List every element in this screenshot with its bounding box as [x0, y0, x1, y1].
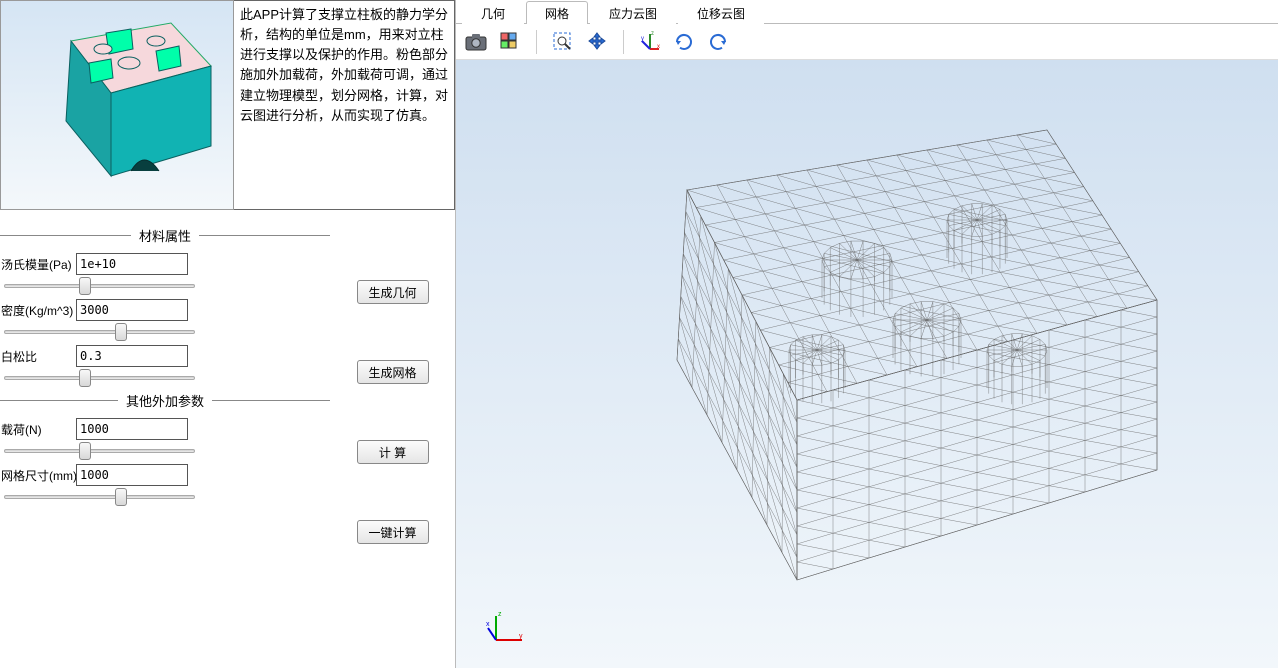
description-box: 此APP计算了支撑立柱板的静力学分析，结构的单位是mm，用来对立柱进行支撑以及保…: [234, 0, 455, 210]
svg-text:x: x: [657, 44, 660, 50]
top-row: 此APP计算了支撑立柱板的静力学分析，结构的单位是mm，用来对立柱进行支撑以及保…: [0, 0, 455, 210]
generate-mesh-button[interactable]: 生成网格: [357, 360, 429, 384]
zoom-box-icon[interactable]: [549, 28, 577, 56]
preview-svg: [11, 11, 225, 201]
svg-text:z: z: [498, 611, 502, 618]
mesh-wireframe: [456, 60, 1278, 668]
tab-displacement[interactable]: 位移云图: [678, 1, 764, 24]
oneclick-compute-button[interactable]: 一键计算: [357, 520, 429, 544]
tab-stress[interactable]: 应力云图: [590, 1, 676, 24]
pan-icon[interactable]: [583, 28, 611, 56]
legend-material: 材料属性: [0, 226, 330, 245]
youngs-slider[interactable]: [4, 284, 195, 288]
tab-mesh[interactable]: 网格: [526, 1, 588, 24]
density-input[interactable]: [76, 299, 188, 321]
meshsize-slider[interactable]: [4, 495, 195, 499]
density-slider[interactable]: [4, 330, 195, 334]
form-area: 材料属性 汤氏模量(Pa) 密度(Kg/m^3) 白松比 其他外加参数: [0, 210, 455, 668]
axes-icon[interactable]: z x y: [636, 28, 664, 56]
youngs-label: 汤氏模量(Pa): [0, 256, 76, 273]
svg-text:y: y: [519, 633, 523, 640]
load-label: 载荷(N): [0, 421, 76, 438]
rotate-ccw-icon[interactable]: [704, 28, 732, 56]
density-label: 密度(Kg/m^3): [0, 302, 76, 319]
load-slider[interactable]: [4, 449, 195, 453]
model-preview: [0, 0, 234, 210]
description-text: 此APP计算了支撑立柱板的静力学分析，结构的单位是mm，用来对立柱进行支撑以及保…: [240, 7, 448, 123]
form-right: 生成几何 生成网格 计 算 一键计算: [330, 220, 455, 668]
tab-geometry[interactable]: 几何: [462, 1, 524, 24]
camera-icon[interactable]: [462, 28, 490, 56]
mesh-viewport[interactable]: z y x: [456, 60, 1278, 668]
viewport-toolbar: z x y: [456, 24, 1278, 60]
meshsize-input[interactable]: [76, 464, 188, 486]
svg-text:y: y: [641, 36, 644, 42]
right-panel: 几何 网格 应力云图 位移云图 z x y: [456, 0, 1278, 668]
poisson-input[interactable]: [76, 345, 188, 367]
compute-button[interactable]: 计 算: [357, 440, 429, 464]
load-input[interactable]: [76, 418, 188, 440]
select-icon[interactable]: [496, 28, 524, 56]
axis-gizmo: z y x: [486, 608, 526, 648]
mesh-label: 网格尺寸(mm): [0, 467, 76, 484]
rotate-cw-icon[interactable]: [670, 28, 698, 56]
youngs-input[interactable]: [76, 253, 188, 275]
generate-geometry-button[interactable]: 生成几何: [357, 280, 429, 304]
legend-other: 其他外加参数: [0, 391, 330, 410]
svg-text:x: x: [486, 621, 490, 628]
poisson-label: 白松比: [0, 348, 76, 365]
form-left: 材料属性 汤氏模量(Pa) 密度(Kg/m^3) 白松比 其他外加参数: [0, 220, 330, 668]
poisson-slider[interactable]: [4, 376, 195, 380]
tab-bar: 几何 网格 应力云图 位移云图: [456, 0, 1278, 24]
svg-text:z: z: [651, 31, 654, 37]
left-panel: 此APP计算了支撑立柱板的静力学分析，结构的单位是mm，用来对立柱进行支撑以及保…: [0, 0, 456, 668]
